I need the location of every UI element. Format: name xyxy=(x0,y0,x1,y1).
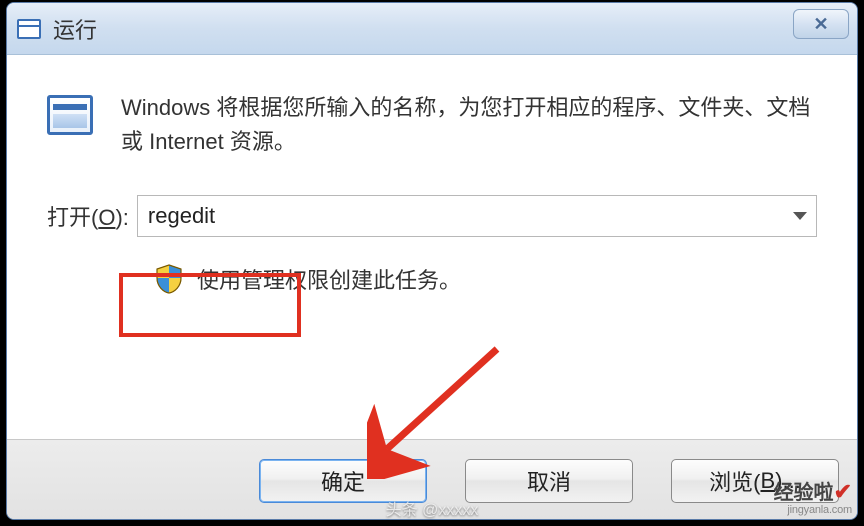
shield-icon xyxy=(155,264,183,294)
admin-note: 使用管理权限创建此任务。 xyxy=(197,263,461,295)
open-input[interactable] xyxy=(137,195,817,237)
open-combobox[interactable] xyxy=(137,195,817,237)
dialog-description: Windows 将根据您所输入的名称，为您打开相应的程序、文件夹、文档或 Int… xyxy=(121,91,817,159)
dialog-body: Windows 将根据您所输入的名称，为您打开相应的程序、文件夹、文档或 Int… xyxy=(7,55,857,439)
run-program-icon xyxy=(47,95,93,135)
close-button[interactable]: ✕ xyxy=(793,9,849,39)
open-label: 打开(O): xyxy=(47,200,129,232)
watermark-footer: 头条 @xxxxx xyxy=(0,496,864,520)
run-titlebar-icon xyxy=(17,19,41,39)
close-icon: ✕ xyxy=(813,14,828,35)
window-title: 运行 xyxy=(53,13,97,45)
watermark-logo: 经验啦✔ jingyanla.com xyxy=(774,480,852,516)
run-dialog-window: 运行 ✕ Windows 将根据您所输入的名称，为您打开相应的程序、文件夹、文档… xyxy=(6,2,858,520)
titlebar[interactable]: 运行 ✕ xyxy=(7,3,857,55)
